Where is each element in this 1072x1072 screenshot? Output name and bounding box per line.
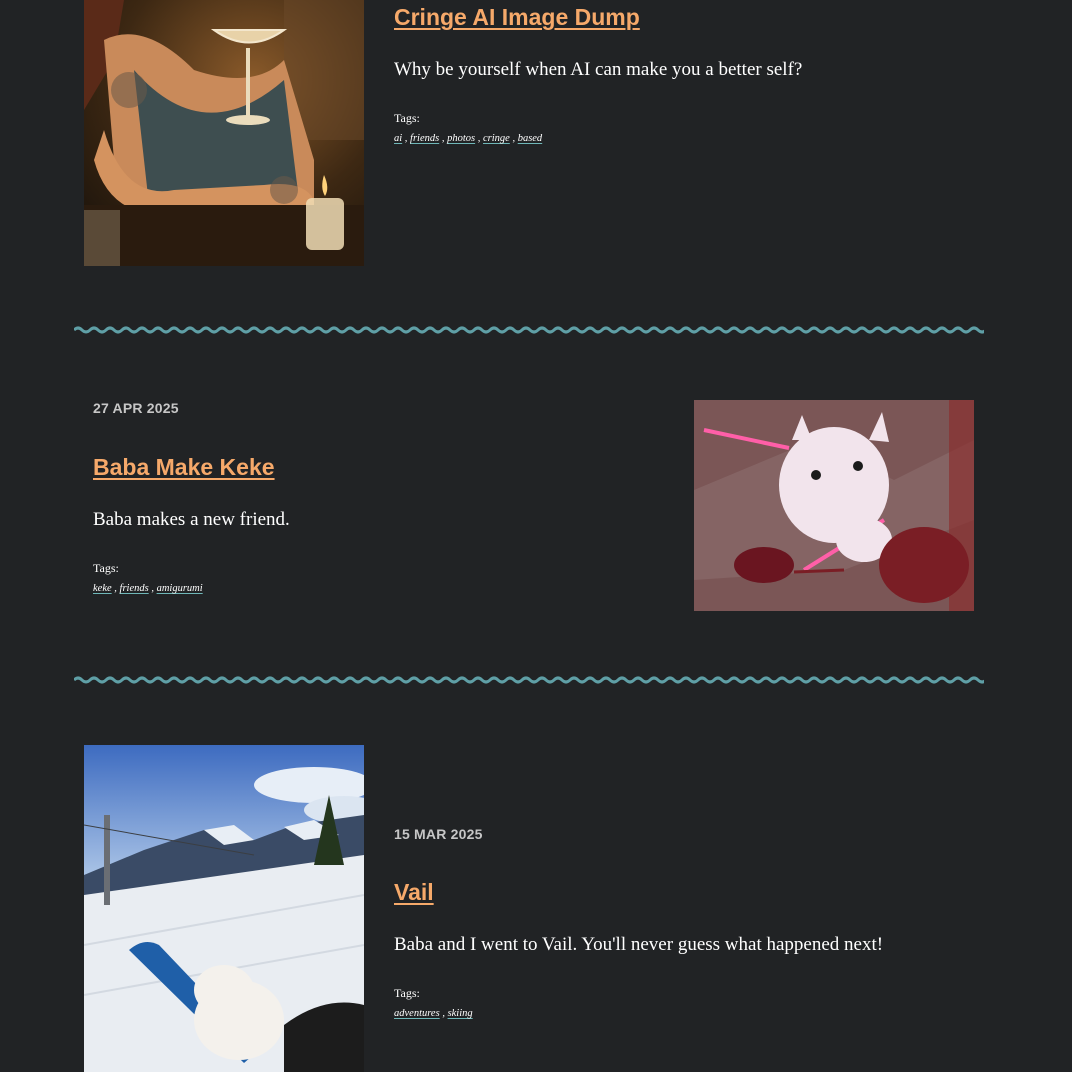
post-thumbnail-amigurumi[interactable] <box>694 400 974 611</box>
post-card: Cringe AI Image Dump Why be yourself whe… <box>84 0 974 270</box>
tags-label: Tags: <box>394 986 420 1000</box>
tag-list: adventures , skiing <box>394 1008 473 1019</box>
post-title-link[interactable]: Vail <box>394 879 434 906</box>
wavy-divider <box>74 676 984 684</box>
tag-link[interactable]: photos <box>447 133 475 144</box>
post-date: 15 MAR 2025 <box>394 826 483 842</box>
tag-link[interactable]: ai <box>394 133 402 144</box>
post-description: Baba makes a new friend. <box>93 509 290 530</box>
post-card: 15 MAR 2025 Vail Baba and I went to Vail… <box>84 745 974 1072</box>
wavy-divider <box>74 326 984 334</box>
post-card: 27 APR 2025 Baba Make Keke Baba makes a … <box>84 400 974 615</box>
tag-link[interactable]: based <box>518 133 543 144</box>
tags-label: Tags: <box>93 561 119 575</box>
tags-label: Tags: <box>394 111 420 125</box>
tag-link[interactable]: amigurumi <box>157 583 203 594</box>
tag-link[interactable]: keke <box>93 583 112 594</box>
post-description: Why be yourself when AI can make you a b… <box>394 59 803 80</box>
tag-link[interactable]: friends <box>120 583 149 594</box>
post-title-link[interactable]: Cringe AI Image Dump <box>394 4 640 31</box>
tag-link[interactable]: friends <box>410 133 439 144</box>
post-date: 27 APR 2025 <box>93 400 179 416</box>
tag-link[interactable]: adventures <box>394 1008 440 1019</box>
blog-post-list: Cringe AI Image Dump Why be yourself whe… <box>0 0 1072 1072</box>
tag-link[interactable]: skiing <box>448 1008 473 1019</box>
post-description: Baba and I went to Vail. You'll never gu… <box>394 934 884 955</box>
tag-list: ai , friends , photos , cringe , based <box>394 133 543 144</box>
post-thumbnail-vail[interactable] <box>84 745 364 1072</box>
tag-link[interactable]: cringe <box>483 133 510 144</box>
tag-list: keke , friends , amigurumi <box>93 583 203 594</box>
post-thumbnail-cocktail[interactable] <box>84 0 364 266</box>
post-title-link[interactable]: Baba Make Keke <box>93 454 275 481</box>
